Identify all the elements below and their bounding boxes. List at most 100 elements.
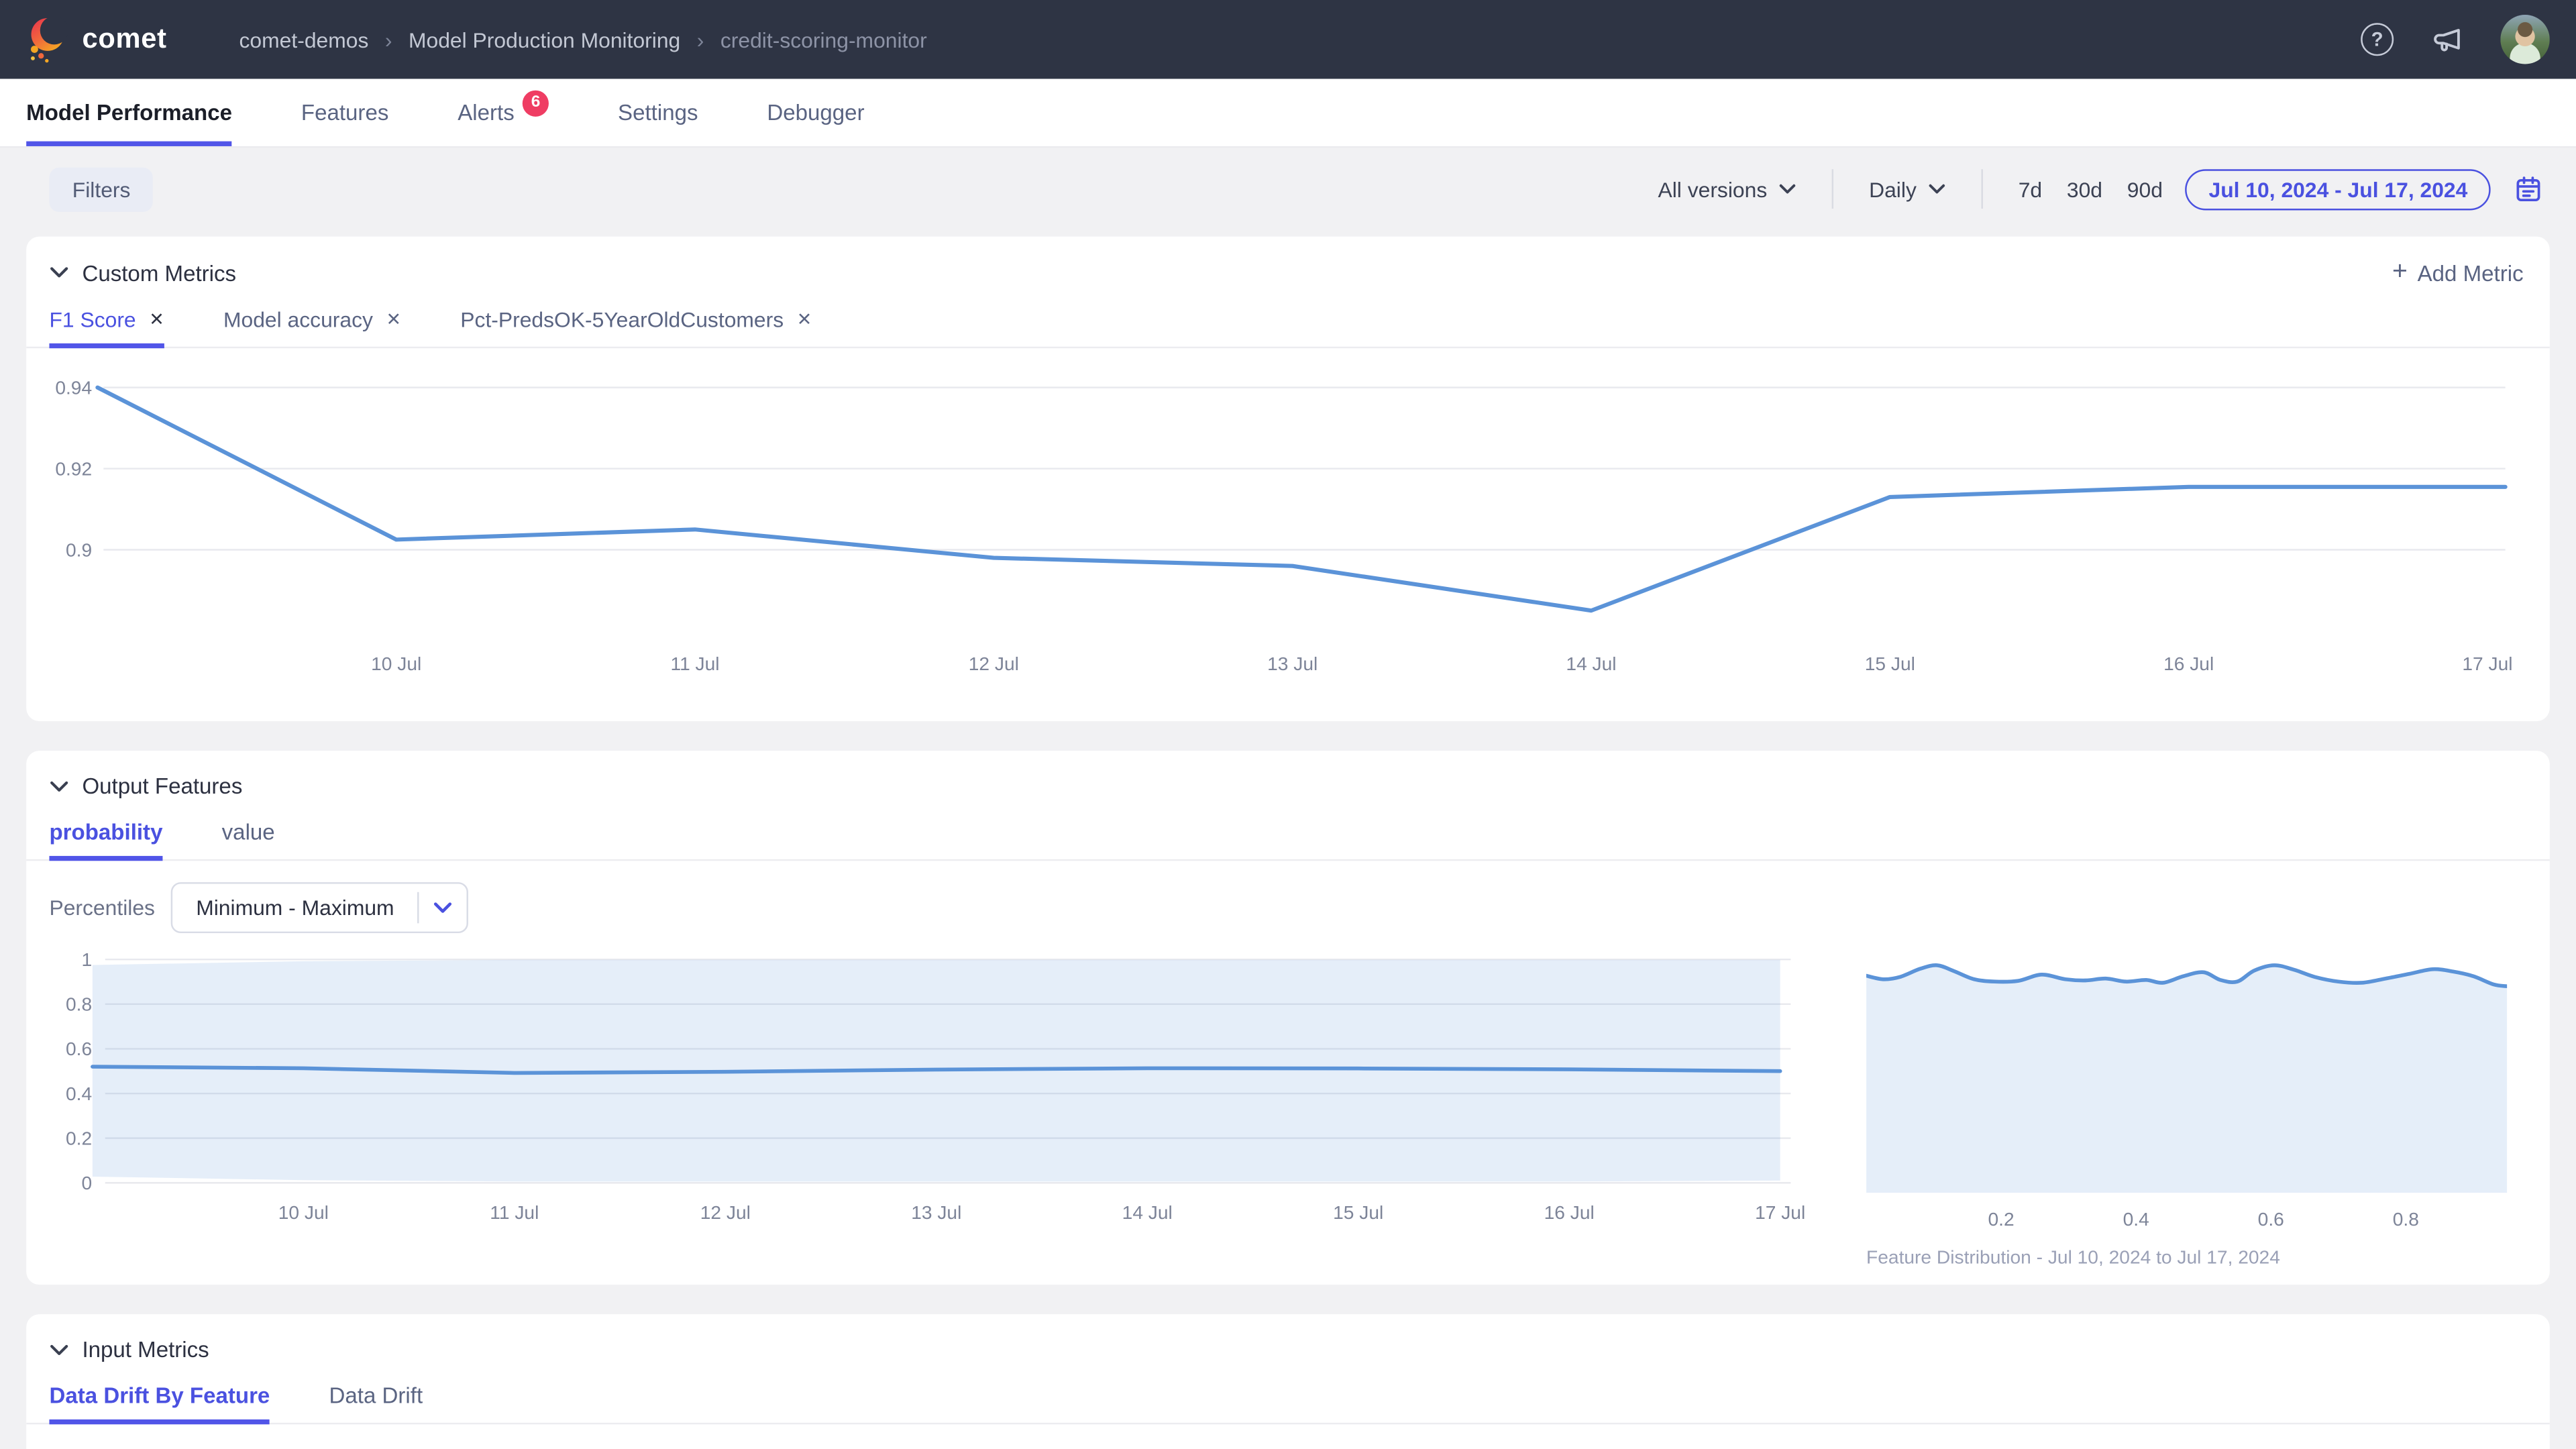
metric-chip-label: F1 Score [49, 307, 136, 332]
custom-metrics-header: Custom Metrics + Add Metric [26, 237, 2550, 286]
comet-logo[interactable]: comet [26, 15, 167, 64]
output-feature-charts: 0 0.2 0.4 0.6 0.8 1 10 Jul 11 Jul 12 Jul 13 Jul 14… [26, 950, 2550, 1285]
nav-tab-settings[interactable]: Settings [618, 79, 698, 146]
svg-text:13 Jul: 13 Jul [1267, 653, 1318, 674]
nav-tab-alerts[interactable]: Alerts 6 [458, 79, 549, 146]
svg-text:0.6: 0.6 [66, 1038, 92, 1059]
feature-distribution-block: 0.20.40.60.8 Feature Distribution - Jul … [1866, 950, 2507, 1269]
section-title: Input Metrics [82, 1337, 209, 1362]
svg-text:17 Jul: 17 Jul [2462, 653, 2512, 674]
svg-text:11 Jul: 11 Jul [490, 1202, 539, 1223]
nav-tab-label: Debugger [767, 100, 864, 125]
versions-dropdown[interactable]: All versions [1658, 176, 1794, 201]
metric-chip-label: Model accuracy [223, 307, 373, 332]
range-shortcut-7d[interactable]: 7d [2019, 176, 2042, 201]
granularity-dropdown[interactable]: Daily [1869, 176, 1944, 201]
close-icon[interactable]: ✕ [386, 309, 402, 330]
feature-distribution-caption: Feature Distribution - Jul 10, 2024 to J… [1866, 1248, 2507, 1268]
range-shortcuts: 7d 30d 90d [2019, 176, 2163, 201]
collapse-chevron-icon[interactable] [49, 780, 68, 793]
output-features-header: Output Features [26, 751, 2550, 798]
svg-text:0.6: 0.6 [2258, 1209, 2284, 1230]
date-range-pill[interactable]: Jul 10, 2024 - Jul 17, 2024 [2186, 168, 2490, 209]
svg-text:16 Jul: 16 Jul [1544, 1202, 1595, 1223]
range-shortcut-30d[interactable]: 30d [2067, 176, 2102, 201]
toolbar-divider [1831, 169, 1833, 209]
f1-score-line-chart[interactable]: 0.940.920.910 Jul11 Jul12 Jul13 Jul14 Ju… [26, 348, 2550, 713]
versions-dropdown-value: All versions [1658, 176, 1767, 201]
svg-text:0: 0 [81, 1173, 92, 1193]
collapse-chevron-icon[interactable] [49, 1343, 68, 1356]
svg-text:13 Jul: 13 Jul [911, 1202, 961, 1223]
metric-chip-strip: F1 Score✕Model accuracy✕Pct-PredsOK-5Yea… [26, 307, 2550, 348]
percentiles-dropdown[interactable]: Minimum - Maximum [171, 882, 468, 933]
svg-text:0.8: 0.8 [2393, 1209, 2419, 1230]
tab-probability[interactable]: probability [49, 820, 162, 859]
range-shortcut-90d[interactable]: 90d [2127, 176, 2163, 201]
help-icon[interactable]: ? [2361, 23, 2394, 56]
breadcrumb-item[interactable]: credit-scoring-monitor [720, 27, 927, 52]
user-avatar[interactable] [2500, 15, 2549, 64]
feature-distribution-chart[interactable]: 0.20.40.60.8 [1866, 950, 2507, 1238]
nav-tab-label: Settings [618, 100, 698, 125]
metric-chip[interactable]: F1 Score ✕ [49, 307, 164, 347]
nav-tab-features[interactable]: Features [301, 79, 388, 146]
metric-chip[interactable]: Model accuracy ✕ [223, 307, 401, 347]
breadcrumb-item[interactable]: Model Production Monitoring [409, 27, 680, 52]
svg-text:10 Jul: 10 Jul [278, 1202, 329, 1223]
custom-metrics-card: Custom Metrics + Add Metric F1 Score✕Mod… [26, 237, 2550, 721]
svg-text:0.2: 0.2 [1988, 1209, 2015, 1230]
section-title: Custom Metrics [82, 260, 236, 285]
alerts-badge: 6 [523, 89, 549, 115]
nav-tab-model-performance[interactable]: Model Performance [26, 79, 232, 146]
page-content: Custom Metrics + Add Metric F1 Score✕Mod… [0, 230, 2576, 1449]
tab-data-drift[interactable]: Data Drift [329, 1383, 423, 1423]
svg-text:14 Jul: 14 Jul [1566, 653, 1616, 674]
topbar-actions: ? [2361, 15, 2550, 64]
svg-text:15 Jul: 15 Jul [1865, 653, 1915, 674]
svg-text:15 Jul: 15 Jul [1333, 1202, 1383, 1223]
metric-chip[interactable]: Pct-PredsOK-5YearOldCustomers ✕ [460, 307, 812, 347]
nav-tab-debugger[interactable]: Debugger [767, 79, 864, 146]
svg-text:0.9: 0.9 [66, 539, 92, 560]
input-metrics-header: Input Metrics [26, 1314, 2550, 1362]
close-icon[interactable]: ✕ [797, 309, 812, 330]
svg-text:16 Jul: 16 Jul [2163, 653, 2214, 674]
section-title: Output Features [82, 773, 242, 798]
metric-chip-label: Pct-PredsOK-5YearOldCustomers [460, 307, 784, 332]
collapse-chevron-icon[interactable] [49, 266, 68, 280]
svg-text:14 Jul: 14 Jul [1122, 1202, 1173, 1223]
add-metric-label: Add Metric [2418, 260, 2524, 285]
close-icon[interactable]: ✕ [149, 309, 164, 330]
output-feature-tabs: probability value [26, 820, 2550, 861]
breadcrumb-separator: › [385, 27, 392, 52]
filters-button[interactable]: Filters [49, 167, 153, 211]
breadcrumb: comet-demos›Model Production Monitoring›… [239, 27, 927, 52]
granularity-dropdown-value: Daily [1869, 176, 1917, 201]
chevron-down-icon [417, 892, 466, 924]
app-viewport: comet comet-demos › Model Production Monit… [0, 0, 2576, 1449]
svg-text:0.92: 0.92 [55, 458, 92, 479]
input-metric-tabs: Data Drift By Feature Data Drift [26, 1383, 2550, 1424]
nav-tab-label: Features [301, 100, 388, 125]
calendar-icon[interactable] [2514, 174, 2543, 204]
comet-logo-icon [26, 15, 69, 64]
add-metric-button[interactable]: + Add Metric [2392, 260, 2524, 286]
percentiles-row: Percentiles Minimum - Maximum [26, 882, 2550, 933]
breadcrumb-item[interactable]: comet-demos [239, 27, 369, 52]
nav-tab-label: Model Performance [26, 100, 232, 125]
probability-percentile-band-chart[interactable]: 00.20.40.60.8110 Jul11 Jul12 Jul13 Jul14… [49, 950, 1817, 1238]
percentiles-dropdown-value: Minimum - Maximum [173, 896, 417, 920]
svg-text:12 Jul: 12 Jul [700, 1202, 751, 1223]
plus-icon: + [2392, 260, 2408, 286]
chevron-down-icon [1778, 184, 1794, 194]
toolbar-divider [1980, 169, 1982, 209]
filter-toolbar: Filters All versions Daily 7d 30d 90d Jul … [0, 148, 2576, 229]
tab-value[interactable]: value [222, 820, 275, 859]
svg-text:0.4: 0.4 [66, 1083, 92, 1104]
svg-text:1: 1 [81, 950, 92, 970]
announcements-icon[interactable] [2430, 22, 2464, 56]
nav-tab-label: Alerts [458, 100, 515, 125]
tab-data-drift-by-feature[interactable]: Data Drift By Feature [49, 1383, 270, 1423]
chevron-down-icon [1928, 184, 1944, 194]
